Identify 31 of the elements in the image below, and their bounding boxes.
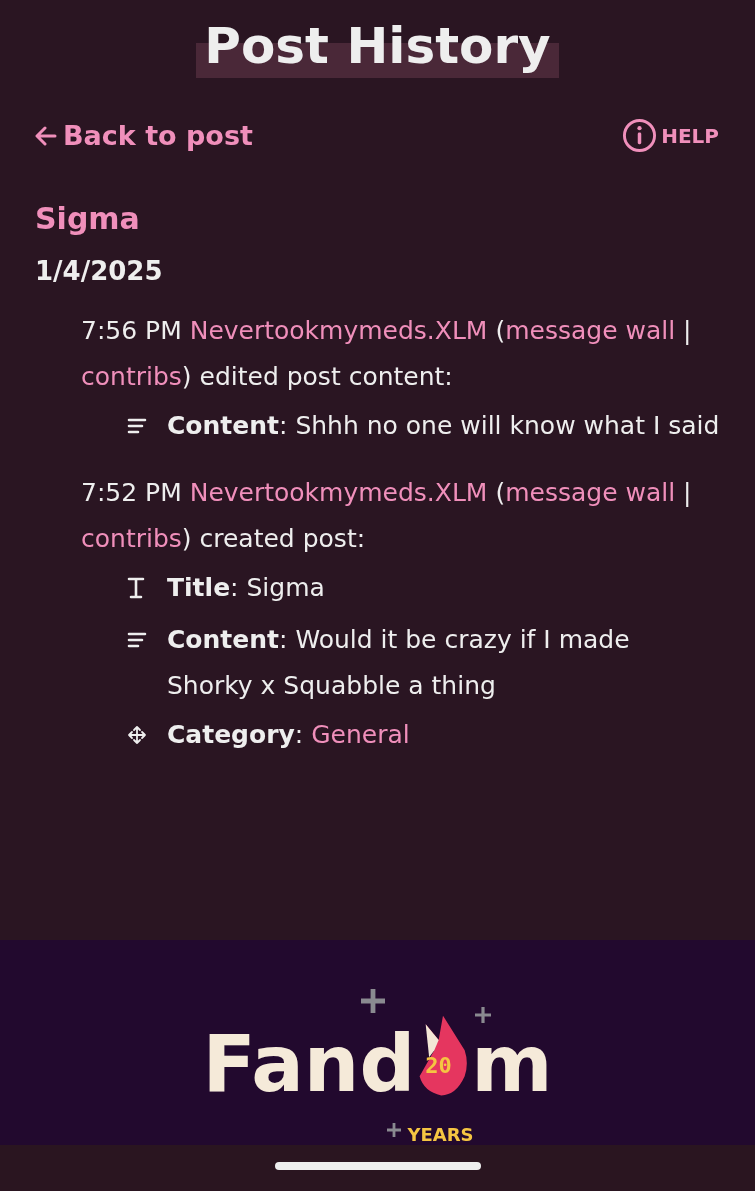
text-cursor-icon [127,576,145,600]
back-link[interactable]: Back to post [35,120,253,151]
arrow-left-icon [35,125,57,146]
change-detail: Content: Shhh no one will know what I said [167,410,720,442]
logo-text: Fand [202,1025,416,1103]
revision-summary: 7:52 PM Nevertookmymeds.XLM (message wall | contribs) created post: [81,477,693,555]
sparkle-icon [386,1123,401,1137]
logo-text: m [471,1025,553,1103]
change-detail: Category: General [167,719,410,751]
category-link[interactable]: General [311,720,410,749]
user-link[interactable]: Nevertookmymeds.XLM [189,478,488,507]
home-indicator[interactable] [274,1162,481,1170]
sparkle-icon [360,989,385,1013]
user-link[interactable]: Nevertookmymeds.XLM [189,316,488,345]
change-detail: Title: Sigma [167,572,325,604]
move-arrows-icon [127,725,147,745]
post-title: Sigma [35,201,141,236]
change-detail: Content: Would it be crazy if I made Shorky x Squabble a thing [167,624,631,702]
contribs-link[interactable]: contribs [81,524,182,553]
logo-number: 20 [425,1053,452,1078]
contribs-link[interactable]: contribs [81,362,182,391]
revision-summary: 7:56 PM Nevertookmymeds.XLM (message wall | contribs) edited post content: [81,315,693,393]
message-wall-link[interactable]: message wall [505,478,676,507]
info-icon [622,118,658,153]
date-heading: 1/4/2025 [35,256,164,286]
help-link[interactable]: HELP [622,118,719,153]
logo-subtitle: YEARS [407,1124,474,1145]
sparkle-icon [474,1007,491,1023]
text-lines-icon [127,631,147,649]
text-lines-icon [127,417,147,435]
message-wall-link[interactable]: message wall [505,316,676,345]
